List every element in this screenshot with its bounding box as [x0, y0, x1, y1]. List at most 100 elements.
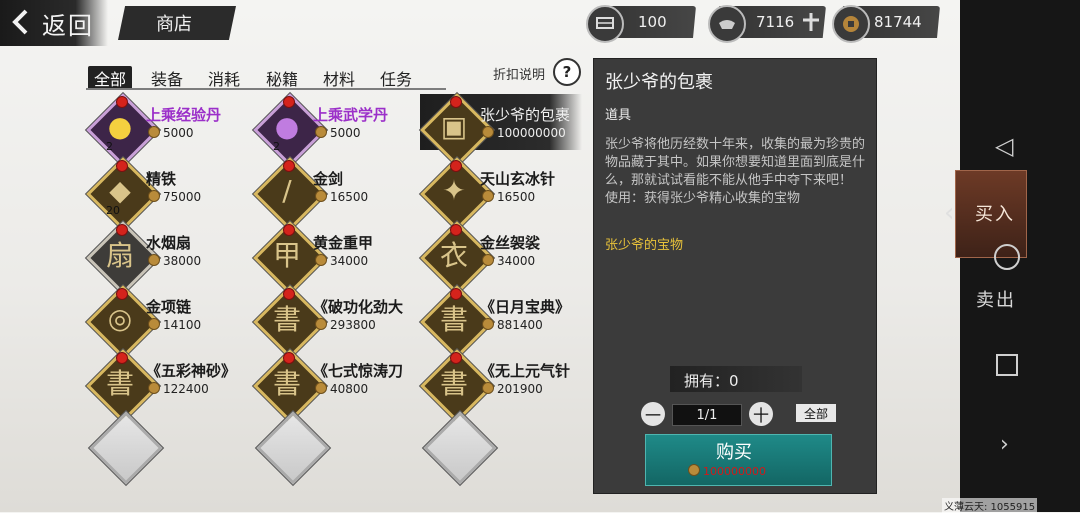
- item-count: 2: [273, 140, 280, 153]
- new-badge-dot: [116, 224, 128, 236]
- shop-item[interactable]: ▣ 张少爷的包裹 100000000: [420, 93, 582, 167]
- item-price-value: 201900: [497, 382, 543, 396]
- buy-tab-label: 买入: [975, 204, 1015, 225]
- item-name: 《无上元气针: [480, 362, 571, 380]
- buy-button-label: 购买: [716, 442, 752, 463]
- coin-icon: [148, 254, 160, 266]
- new-badge-dot: [283, 160, 295, 172]
- tab-quest[interactable]: 任务: [380, 66, 412, 90]
- shop-item[interactable]: 扇水烟扇 38000: [86, 221, 248, 295]
- item-price-value: 5000: [163, 126, 194, 140]
- item-price-value: 5000: [330, 126, 361, 140]
- buy-button-price: 100000000: [688, 464, 766, 478]
- item-price: 100000000: [482, 126, 566, 140]
- help-icon[interactable]: ?: [553, 58, 581, 86]
- chevron-left-icon[interactable]: [10, 8, 32, 36]
- item-price-value: 75000: [163, 190, 202, 204]
- empty-item-slot: [89, 411, 163, 485]
- item-name: 水烟扇: [146, 234, 192, 252]
- item-price: 5000: [148, 126, 194, 140]
- item-icon: 書: [272, 303, 301, 336]
- tab-equipment[interactable]: 装备: [151, 66, 183, 90]
- shop-item[interactable]: 書《破功化劲大 293800: [253, 285, 415, 359]
- quantity-all-button[interactable]: 全部: [796, 404, 836, 422]
- detail-description-text: 张少爷将他历经数十年来，收集的最为珍贵的物品藏于其中。如果你想要知道里面到底是什…: [605, 137, 866, 188]
- item-name: 《日月宝典》: [480, 298, 571, 316]
- item-count: 20: [106, 204, 120, 217]
- back-button[interactable]: 返回: [42, 6, 94, 41]
- tab-manual[interactable]: 秘籍: [266, 66, 298, 90]
- copper-coin-icon: [832, 5, 870, 43]
- item-name: 张少爷的包裹: [480, 106, 571, 124]
- currency-cart-value: 100: [638, 13, 667, 31]
- shop-item[interactable]: ◎ 金项链 14100: [86, 285, 248, 359]
- item-name: 金剑: [313, 170, 344, 188]
- shop-item[interactable]: 衣金丝袈裟 34000: [420, 221, 582, 295]
- item-price: 881400: [482, 318, 543, 332]
- home-circle-icon[interactable]: [994, 244, 1020, 270]
- item-price: 16500: [315, 190, 368, 204]
- detail-reward: 张少爷的宝物: [605, 238, 684, 253]
- shop-item[interactable]: 書《五彩神砂》 122400: [86, 349, 248, 423]
- recents-square-icon[interactable]: [996, 354, 1018, 376]
- shop-item[interactable]: 甲黄金重甲 34000: [253, 221, 415, 295]
- coin-icon: [315, 126, 327, 138]
- chevron-right-icon[interactable]: ›: [1000, 432, 1009, 457]
- item-price: 201900: [482, 382, 543, 396]
- tab-material[interactable]: 材料: [323, 66, 355, 90]
- item-icon: 扇: [105, 239, 134, 272]
- back-triangle-icon[interactable]: ◁: [995, 132, 1013, 160]
- quantity-plus-button[interactable]: 十: [749, 402, 773, 426]
- item-price-value: 100000000: [497, 126, 566, 140]
- new-badge-dot: [116, 96, 128, 108]
- item-icon: 書: [439, 367, 468, 400]
- new-badge-dot: [283, 96, 295, 108]
- item-icon: 書: [272, 367, 301, 400]
- item-price: 40800: [315, 382, 368, 396]
- item-price-value: 38000: [163, 254, 202, 268]
- item-name: 黄金重甲: [313, 234, 374, 252]
- coin-icon: [315, 382, 327, 394]
- shop-item[interactable]: ◆ 精铁 75000 20: [86, 157, 248, 231]
- item-price-value: 16500: [497, 190, 536, 204]
- add-silver-button[interactable]: [800, 11, 822, 33]
- new-badge-dot: [450, 352, 462, 364]
- new-badge-dot: [116, 288, 128, 300]
- tab-consumable[interactable]: 消耗: [208, 66, 240, 90]
- coin-icon: [315, 318, 327, 330]
- shop-item[interactable]: ● 上乘武学丹 5000 2: [253, 93, 415, 167]
- tab-all[interactable]: 全部: [88, 66, 133, 90]
- detail-title: 张少爷的包裹: [605, 72, 713, 93]
- item-price-value: 16500: [330, 190, 369, 204]
- silver-ingot-icon: [708, 5, 746, 43]
- watermark: 义薄云天: 1055915: [942, 498, 1038, 513]
- new-badge-dot: [116, 352, 128, 364]
- shop-item[interactable]: 書《七式惊涛刀 40800: [253, 349, 415, 423]
- item-name: 《破功化劲大: [313, 298, 404, 316]
- new-badge-dot: [450, 288, 462, 300]
- coin-icon: [482, 254, 494, 266]
- item-name: 精铁: [146, 170, 177, 188]
- item-name: 上乘经验丹: [146, 106, 222, 124]
- coin-icon: [315, 254, 327, 266]
- shop-item[interactable]: / 金剑 16500: [253, 157, 415, 231]
- item-icon: 衣: [439, 239, 468, 272]
- item-price-value: 40800: [330, 382, 369, 396]
- quantity-input[interactable]: 1/1: [672, 404, 742, 426]
- new-badge-dot: [450, 224, 462, 236]
- shop-item[interactable]: 書《日月宝典》 881400: [420, 285, 582, 359]
- item-icon: 甲: [272, 239, 301, 272]
- item-name: 《五彩神砂》: [146, 362, 237, 380]
- shop-item[interactable]: 書《无上元气针 201900: [420, 349, 582, 423]
- shop-item[interactable]: ✦ 天山玄冰针 16500: [420, 157, 582, 231]
- quantity-minus-button[interactable]: 一: [641, 402, 665, 426]
- item-icon: ◎: [107, 301, 133, 335]
- item-name: 上乘武学丹: [313, 106, 389, 124]
- currency-silver-value: 7116: [756, 13, 795, 31]
- discount-explain-label[interactable]: 折扣说明: [493, 64, 545, 83]
- sell-tab[interactable]: 卖出: [976, 286, 1016, 312]
- new-badge-dot: [450, 96, 462, 108]
- shop-item[interactable]: ● 上乘经验丹 5000 2: [86, 93, 248, 167]
- detail-usage-text: 使用：获得张少爷精心收集的宝物: [605, 191, 801, 206]
- item-price-value: 34000: [330, 254, 369, 268]
